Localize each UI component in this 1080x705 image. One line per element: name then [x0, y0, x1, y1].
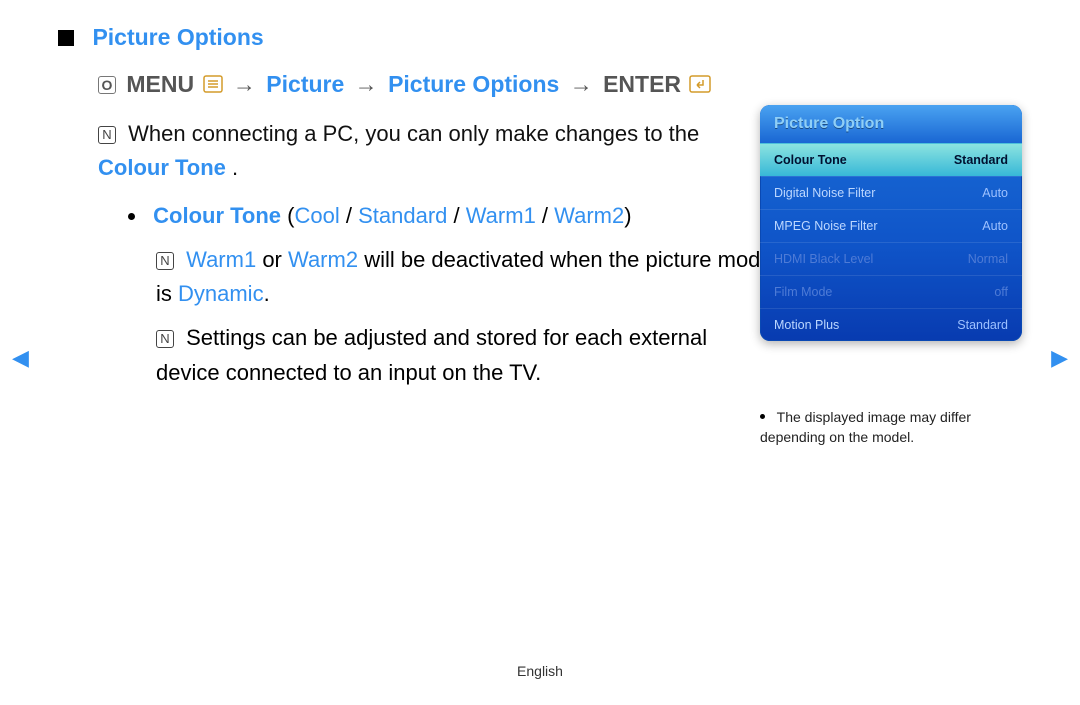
picture-option-panel: Picture Option Colour Tone Standard Digita… [760, 105, 1022, 341]
sep: / [340, 203, 358, 228]
sep: / [536, 203, 554, 228]
arrow-icon: → [570, 71, 593, 97]
opt-warm2: Warm2 [554, 203, 624, 228]
note-icon: N [156, 330, 174, 348]
sub1-end: . [264, 281, 270, 306]
tool-icon: O [98, 76, 116, 94]
menu-icon [203, 72, 223, 99]
panel-row-label: HDMI Black Level [774, 252, 873, 266]
subnote-2: N Settings can be adjusted and stored fo… [156, 321, 776, 389]
sub2-text: Settings can be adjusted and stored for … [156, 325, 707, 384]
note-1: N When connecting a PC, you can only mak… [98, 117, 738, 185]
panel-row-value: Auto [982, 186, 1008, 200]
panel-row-value: Standard [954, 153, 1008, 167]
panel-note: The displayed image may differ depending… [760, 408, 1040, 447]
panel-row[interactable]: HDMI Black Level Normal [760, 242, 1022, 275]
panel-row[interactable]: Colour Tone Standard [760, 143, 1022, 176]
crumb-picture: Picture [266, 71, 344, 97]
sub1-dynamic: Dynamic [178, 281, 264, 306]
sub1-warm1: Warm1 [186, 247, 256, 272]
note1-suffix: . [232, 155, 238, 180]
panel-row-value: Standard [957, 318, 1008, 332]
panel-rows: Colour Tone Standard Digital Noise Filter A… [760, 143, 1022, 341]
panel-row[interactable]: Motion Plus Standard [760, 308, 1022, 341]
panel-row[interactable]: Digital Noise Filter Auto [760, 176, 1022, 209]
subnote-1: N Warm1 or Warm2 will be deactivated whe… [156, 243, 776, 311]
panel-row-value: Normal [968, 252, 1008, 266]
nav-right-arrow[interactable]: ▶ [1051, 345, 1068, 371]
panel-title: Picture Option [760, 105, 1022, 143]
square-bullet-icon [58, 30, 74, 46]
note-icon: N [156, 252, 174, 270]
enter-icon [689, 72, 711, 99]
dot-icon [128, 213, 135, 220]
sub1-warm2: Warm2 [288, 247, 358, 272]
sub1-mid: or [256, 247, 288, 272]
panel-note-text: The displayed image may differ depending… [760, 409, 971, 445]
panel-row-label: Digital Noise Filter [774, 186, 875, 200]
opt-cool: Cool [295, 203, 340, 228]
panel-row[interactable]: Film Mode off [760, 275, 1022, 308]
sep: / [447, 203, 465, 228]
arrow-icon: → [355, 71, 378, 97]
dot-icon [760, 414, 765, 419]
note1-highlight: Colour Tone [98, 155, 226, 180]
panel-row-label: Colour Tone [774, 153, 847, 167]
footer-language: English [0, 663, 1080, 679]
note1-prefix: When connecting a PC, you can only make … [128, 121, 699, 146]
enter-label: ENTER [603, 71, 681, 97]
crumb-picture-options: Picture Options [388, 71, 559, 97]
panel-row[interactable]: MPEG Noise Filter Auto [760, 209, 1022, 242]
page-heading: Picture Options [92, 24, 263, 50]
paren-close: ) [624, 203, 631, 228]
note-icon: N [98, 126, 116, 144]
arrow-icon: → [233, 71, 256, 97]
heading-row: Picture Options [58, 24, 1040, 51]
breadcrumb: O MENU → Picture → Picture Options → ENT… [98, 71, 1040, 99]
panel-row-label: MPEG Noise Filter [774, 219, 878, 233]
bullet-label: Colour Tone [153, 203, 281, 228]
menu-label: MENU [126, 71, 194, 97]
opt-warm1: Warm1 [466, 203, 536, 228]
nav-left-arrow[interactable]: ◀ [12, 345, 29, 371]
panel-row-label: Film Mode [774, 285, 832, 299]
bullet-colour-tone: Colour Tone (Cool / Standard / Warm1 / W… [128, 199, 768, 233]
panel-row-value: off [994, 285, 1008, 299]
paren-open: ( [281, 203, 294, 228]
panel-row-label: Motion Plus [774, 318, 839, 332]
opt-standard: Standard [358, 203, 447, 228]
panel-row-value: Auto [982, 219, 1008, 233]
